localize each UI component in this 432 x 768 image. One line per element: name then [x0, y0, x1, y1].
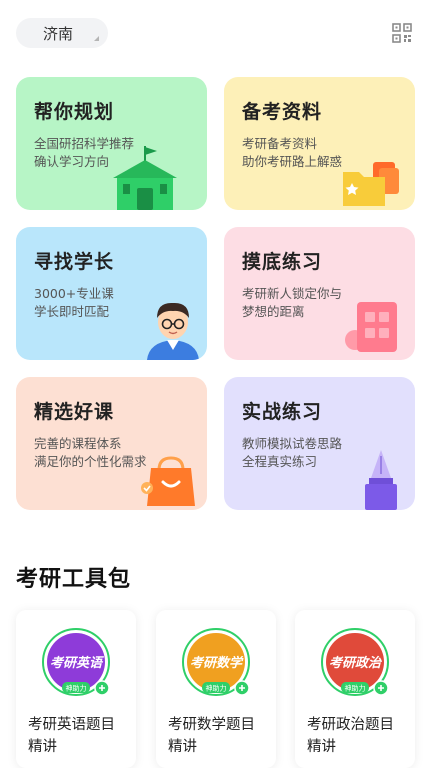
fountain-pen-icon	[365, 450, 397, 510]
shopping-bag-icon	[141, 456, 195, 506]
tool-name: 考研英语题目 精讲	[28, 717, 115, 755]
qr-scan-icon[interactable]	[392, 23, 412, 43]
card-plan[interactable]: 帮你规划 全国研招科学推荐 确认学习方向	[16, 77, 207, 210]
tool-name: 考研数学题目 精讲	[168, 717, 255, 755]
card-description: 考研新人锁定你与 梦想的距离	[242, 286, 343, 319]
card-description: 教师模拟试卷思路 全程真实练习	[242, 436, 343, 469]
tool-english[interactable]: 考研英语 神助力 考研英语题目 精讲	[16, 610, 136, 768]
card-title: 实战练习	[242, 401, 323, 423]
tool-math[interactable]: 考研数学 神助力 考研数学题目 精讲	[156, 610, 276, 768]
folder-files-icon	[343, 162, 399, 206]
svg-text:神助力: 神助力	[206, 684, 227, 693]
card-title: 精选好课	[34, 401, 115, 423]
politics-badge-icon: 考研政治 神助力	[321, 628, 389, 696]
tool-politics[interactable]: 考研政治 神助力 考研政治题目 精讲	[295, 610, 415, 768]
svg-text:神助力: 神助力	[66, 684, 87, 693]
card-title: 帮你规划	[34, 101, 115, 123]
card-description: 考研备考资料 助你考研路上解惑	[242, 136, 343, 169]
senior-avatar-icon	[147, 302, 199, 360]
svg-text:考研政治: 考研政治	[329, 655, 382, 671]
card-title: 寻找学长	[34, 251, 115, 273]
english-badge-icon: 考研英语 神助力	[42, 628, 110, 696]
card-find-senior[interactable]: 寻找学长 3000+专业课 学长即时匹配	[16, 227, 207, 360]
card-description: 完善的课程体系 满足你的个性化需求	[34, 436, 147, 469]
card-description: 3000+专业课 学长即时匹配	[34, 286, 114, 319]
school-building-icon	[113, 146, 177, 210]
card-title: 备考资料	[242, 101, 323, 123]
svg-text:考研英语: 考研英语	[50, 655, 104, 671]
test-paper-icon	[345, 302, 397, 352]
city-label: 济南	[43, 25, 74, 43]
card-title: 摸底练习	[242, 251, 323, 273]
tool-name: 考研政治题目 精讲	[307, 717, 394, 755]
city-selector[interactable]: 济南	[16, 18, 108, 48]
card-materials[interactable]: 备考资料 考研备考资料 助你考研路上解惑	[224, 77, 415, 210]
math-badge-icon: 考研数学 神助力	[182, 628, 250, 696]
card-practice[interactable]: 实战练习 教师模拟试卷思路 全程真实练习	[224, 377, 415, 510]
dropdown-corner-icon	[94, 36, 99, 41]
svg-text:考研数学: 考研数学	[190, 655, 244, 671]
toolkit-title: 考研工具包	[16, 567, 132, 592]
card-courses[interactable]: 精选好课 完善的课程体系 满足你的个性化需求	[16, 377, 207, 510]
svg-text:神助力: 神助力	[345, 684, 366, 693]
top-bar: 济南	[16, 18, 416, 48]
card-assessment[interactable]: 摸底练习 考研新人锁定你与 梦想的距离	[224, 227, 415, 360]
